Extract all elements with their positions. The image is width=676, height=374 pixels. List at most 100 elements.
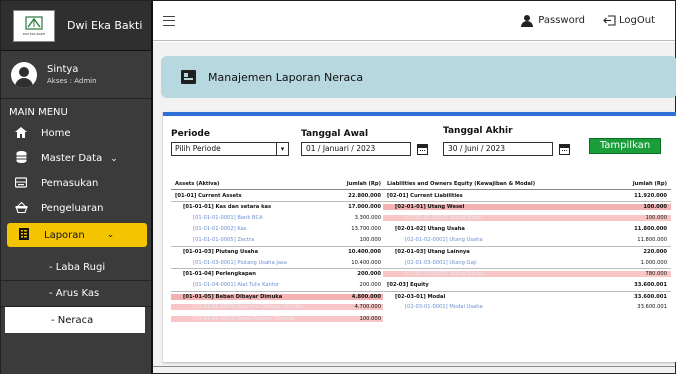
password-link[interactable]: Password (521, 14, 585, 27)
sidebar-subitem-label: - Neraca (51, 314, 94, 326)
liability-amount: 11.800.000 (637, 237, 667, 244)
sidebar-subitem-label: - Arus Kas (49, 288, 100, 299)
liability-amount: 11.800.000 (634, 226, 667, 233)
sidebar-item-laporan[interactable]: Laporan ⌄ (7, 223, 147, 247)
sidebar-item-label: Pengeluaran (41, 203, 104, 214)
sidebar-item-label: Pemasukan (41, 178, 99, 189)
brand[interactable]: DWI EKA BAKTI Dwi Eka Bakti (1, 1, 151, 51)
liability-amount: 33.600.001 (637, 304, 667, 311)
tanggal-awal-input[interactable]: 01 / Januari / 2023 (301, 142, 411, 156)
asset-name: [01-01-03-0001] Piutang Usaha Jasa (193, 259, 287, 266)
asset-name: [01-01-05] Beban Dibayar Dimuka (171, 293, 335, 300)
balance-sheet-table: Assets (Aktiva) Jumlah (Rp) Liabilities … (171, 178, 671, 324)
liability-name: [02-01] Current Liabilities (387, 192, 463, 199)
sidebar-item-home[interactable]: Home (1, 121, 151, 146)
app-window: DWI EKA BAKTI Dwi Eka Bakti Sintya Akses… (0, 0, 676, 374)
asset-amount: 4.800.000 (335, 293, 383, 300)
table-row: [01-01-04] Perlengkapan 200.000 [02-01-0… (171, 268, 671, 279)
liability-name: [02-01-03-0001] Utang Gaji (405, 259, 477, 266)
asset-amount: 10.400.000 (348, 249, 381, 256)
logo-mark-icon (25, 15, 43, 30)
asset-amount: 200.000 (359, 282, 381, 289)
report-icon (14, 227, 34, 243)
logo-text: DWI EKA BAKTI (22, 31, 46, 36)
sidebar-item-pemasukan[interactable]: Pemasukan (1, 171, 151, 196)
liability-amount: 33.600.001 (634, 293, 667, 300)
asset-amount: 100.000 (359, 237, 381, 244)
liability-amount: 100.000 (573, 204, 671, 211)
table-row: [01-01-04-0001] Alat Tulis Kantor 200.00… (171, 280, 671, 291)
liabilities-header: Liabilities and Owners Equity (Kewajiban… (387, 180, 536, 187)
liability-name: [02-03] Equity (387, 282, 429, 289)
periode-select-value: Pilih Periode (175, 144, 221, 153)
sidebar-item-pengeluaran[interactable]: Pengeluaran (1, 196, 151, 221)
tampilkan-button[interactable]: Tampilkan (589, 138, 661, 154)
table-row: [01-01-03-0001] Piutang Usaha Jasa 10.40… (171, 257, 671, 268)
asset-name: [01-01-03] Piutang Usaha (183, 249, 258, 256)
liability-amount: 1.000.000 (640, 259, 667, 266)
liability-amount: 100.000 (573, 214, 671, 221)
database-icon (11, 151, 31, 166)
sidebar-subitem-laba-rugi[interactable]: - Laba Rugi (1, 255, 151, 281)
report-card: Periode Pilih Periode ▾ Tanggal Awal 01 … (163, 112, 676, 362)
tanggal-awal-value: 01 / Januari / 2023 (306, 144, 376, 153)
asset-amount: 100.000 (335, 315, 383, 322)
user-icon (521, 14, 534, 27)
asset-name: [01-01-04-0001] Alat Tulis Kantor (193, 282, 280, 289)
assets-header: Assets (Aktiva) (175, 180, 220, 187)
asset-name: [01-01-01] Kas dan setara kas (183, 204, 272, 211)
asset-name: [01-01-05-0001] Asuransi Dibayar Dimuka (171, 304, 335, 311)
sidebar-subitem-label: - Laba Rugi (49, 262, 106, 273)
user-role: Akses : Admin (47, 77, 97, 85)
table-row: [01-01-03] Piutang Usaha 10.400.000 [02-… (171, 245, 671, 257)
sidebar-subitem-neraca[interactable]: - Neraca (5, 307, 145, 333)
asset-name: [01-01-04] Perlengkapan (183, 271, 256, 278)
hamburger-menu-icon[interactable] (163, 15, 175, 26)
menu-section-label: MAIN MENU (9, 107, 68, 118)
divider (153, 366, 675, 367)
liabilities-amount-header: Jumlah (Rp) (632, 180, 667, 187)
asset-name: [01-01-01-0002] Kas (193, 226, 247, 233)
sidebar-item-master-data[interactable]: Master Data ⌄ (1, 146, 151, 171)
logout-label: LogOut (619, 15, 655, 26)
periode-select[interactable]: Pilih Periode ▾ (171, 142, 289, 156)
liability-name: [02-01-02] Utang Usaha (395, 226, 465, 233)
page-header: Manajemen Laporan Neraca (161, 56, 676, 98)
asset-name: [01-01-05-0003] Sewa Dibayar Dimuka (171, 315, 335, 322)
logout-link[interactable]: LogOut (603, 15, 655, 26)
user-profile[interactable]: Sintya Akses : Admin (1, 51, 151, 99)
sidebar-item-label: Home (41, 128, 71, 139)
calendar-icon[interactable] (559, 144, 570, 155)
liability-name: [02-03-01] Modal (395, 293, 446, 300)
page-title: Manajemen Laporan Neraca (208, 70, 364, 84)
company-logo: DWI EKA BAKTI (13, 9, 55, 42)
asset-amount: 17.000.000 (348, 204, 381, 211)
logout-icon (603, 15, 616, 26)
liability-amount: 33.600.001 (634, 282, 667, 289)
liability-name: [02-01-01-0001] Utang Wesel (383, 214, 573, 221)
main-content: Manajemen Laporan Neraca Periode Pilih P… (153, 42, 676, 373)
table-row: [01-01-05-0001] Asuransi Dibayar Dimuka … (171, 302, 671, 313)
assets-amount-header: Jumlah (Rp) (346, 180, 381, 187)
chevron-down-icon: ⌄ (110, 153, 118, 164)
asset-amount: 200.000 (357, 271, 381, 278)
table-header: Assets (Aktiva) Jumlah (Rp) Liabilities … (171, 178, 671, 190)
table-row: [01-01-01] Kas dan setara kas 17.000.000… (171, 201, 671, 212)
table-row: [01-01-01-0001] Bank BCA 3.300.000 [02-0… (171, 212, 671, 223)
avatar (11, 61, 37, 88)
calendar-icon[interactable] (417, 144, 428, 155)
asset-amount: 10.400.000 (351, 259, 381, 266)
inbox-icon (11, 176, 31, 191)
liability-amount: 780.000 (573, 271, 671, 278)
sidebar-subitem-arus-kas[interactable]: - Arus Kas (1, 281, 151, 307)
dropdown-arrow-icon: ▾ (276, 143, 288, 155)
shopping-basket-icon (11, 201, 31, 216)
chevron-down-icon: ⌄ (106, 230, 115, 240)
brand-name: Dwi Eka Bakti (67, 19, 143, 32)
table-row: [01-01-01-0005] Zectra 100.000 [02-01-02… (171, 235, 671, 246)
asset-amount: 3.300.000 (354, 214, 381, 221)
tanggal-akhir-value: 30 / Juni / 2023 (448, 144, 506, 153)
table-row: [01-01-05-0003] Sewa Dibayar Dimuka 100.… (171, 313, 671, 324)
sidebar-item-label: Master Data (41, 153, 103, 164)
tanggal-akhir-input[interactable]: 30 / Juni / 2023 (443, 142, 553, 156)
